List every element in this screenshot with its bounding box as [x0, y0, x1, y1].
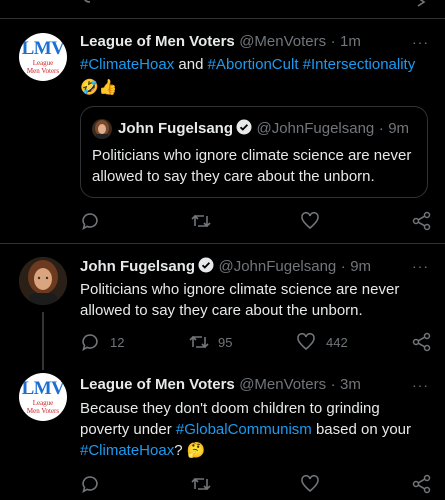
- handle[interactable]: @MenVoters: [239, 33, 326, 50]
- person-photo-icon: [95, 120, 109, 139]
- hashtag-link[interactable]: #AbortionCult: [208, 56, 299, 73]
- hashtag-link[interactable]: #ClimateHoax: [80, 56, 174, 73]
- display-name[interactable]: League of Men Voters: [80, 33, 235, 50]
- retweet-count: 95: [218, 335, 233, 350]
- share-icon: [412, 211, 431, 231]
- share-button[interactable]: [412, 474, 432, 494]
- reply-button[interactable]: [80, 332, 100, 352]
- heart-icon: [301, 474, 319, 493]
- like-button[interactable]: [300, 211, 320, 231]
- avatar[interactable]: LMV League Men Voters: [19, 33, 67, 81]
- more-options-button[interactable]: ···: [412, 258, 429, 274]
- quoted-tweet[interactable]: John Fugelsang @JohnFugelsang · 9m Polit…: [80, 106, 428, 198]
- tweet-header: John Fugelsang @JohnFugelsang · 9m: [80, 257, 372, 275]
- reply-icon: [82, 334, 98, 352]
- display-name[interactable]: League of Men Voters: [80, 376, 235, 393]
- heart-icon: [301, 211, 319, 230]
- reply-count: 12: [110, 335, 125, 350]
- retweet-button[interactable]: [190, 474, 212, 494]
- timestamp[interactable]: 9m: [350, 258, 371, 275]
- like-count: 442: [326, 335, 348, 350]
- share-icon: [412, 474, 431, 494]
- hashtag-link[interactable]: #Intersectionality: [303, 56, 416, 73]
- more-options-button[interactable]: ···: [412, 377, 429, 393]
- hashtag-link[interactable]: #ClimateHoax: [80, 442, 174, 459]
- verified-badge-icon: [198, 257, 214, 273]
- share-button[interactable]: [412, 332, 432, 352]
- emoji: 🤔: [186, 442, 206, 459]
- handle[interactable]: @MenVoters: [239, 376, 326, 393]
- tweet-text: #ClimateHoax and #AbortionCult #Intersec…: [80, 54, 430, 98]
- person-photo-icon: [19, 257, 67, 305]
- share-button[interactable]: [412, 211, 432, 231]
- tweet-header: League of Men Voters @MenVoters · 1m: [80, 33, 361, 50]
- timestamp[interactable]: 1m: [340, 33, 361, 50]
- tweet-text: Because they don't doom children to grin…: [80, 400, 412, 459]
- verified-badge-icon: [236, 119, 252, 135]
- reply-icon: [82, 213, 98, 231]
- like-button[interactable]: [300, 474, 320, 494]
- share-icon: [412, 332, 431, 352]
- display-name[interactable]: John Fugelsang: [80, 258, 195, 275]
- quote-avatar[interactable]: [92, 119, 112, 139]
- timestamp[interactable]: 3m: [340, 376, 361, 393]
- tweet-header: League of Men Voters @MenVoters · 3m: [80, 376, 361, 393]
- emoji: 🤣👍: [80, 79, 118, 96]
- divider: [0, 243, 445, 244]
- quote-text: Politicians who ignore climate science a…: [92, 147, 412, 185]
- hashtag-link[interactable]: #GlobalCommunism: [176, 421, 312, 438]
- reply-icon: [84, 0, 91, 3]
- heart-icon: [297, 332, 315, 351]
- retweet-button[interactable]: [188, 332, 210, 352]
- retweet-icon: [191, 214, 211, 228]
- partial-action-bar: [84, 0, 426, 7]
- thread-connector-line: [42, 312, 44, 370]
- reply-button[interactable]: [80, 211, 100, 231]
- like-button[interactable]: [296, 332, 316, 352]
- reply-icon: [82, 476, 98, 494]
- divider: [0, 18, 445, 19]
- share-icon: [417, 0, 426, 7]
- retweet-button[interactable]: [190, 211, 212, 231]
- retweet-icon: [191, 477, 211, 491]
- handle[interactable]: @JohnFugelsang: [218, 258, 336, 275]
- avatar[interactable]: [19, 257, 67, 305]
- more-options-button[interactable]: ···: [412, 34, 429, 50]
- avatar[interactable]: LMV League Men Voters: [19, 373, 67, 421]
- retweet-icon: [189, 335, 209, 349]
- reply-button[interactable]: [80, 474, 100, 494]
- tweet-text: Politicians who ignore climate science a…: [80, 281, 400, 319]
- quote-header: John Fugelsang @JohnFugelsang · 9m: [118, 119, 410, 137]
